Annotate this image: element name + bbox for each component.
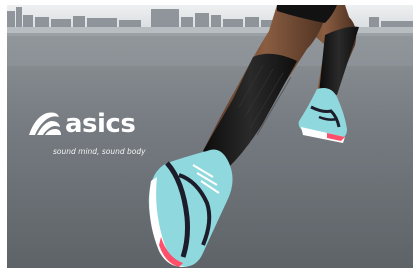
brand-name: asics (65, 109, 136, 139)
brand-logo: asics sound mind, sound body (27, 109, 157, 156)
brand-tagline: sound mind, sound body (53, 147, 146, 156)
ad-banner[interactable]: asics sound mind, sound body (7, 5, 413, 268)
asics-stripes-icon (29, 112, 61, 135)
